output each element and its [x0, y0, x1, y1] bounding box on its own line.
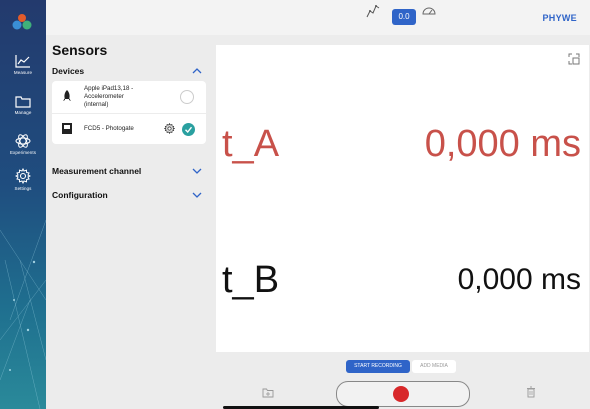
nav-manage[interactable]: Manage — [0, 94, 46, 128]
navigation-rail: Measure Manage Experiments Settings — [0, 0, 46, 409]
chevron-down-icon — [192, 192, 202, 198]
device-item-accelerometer[interactable]: Apple iPad13,18 - Accelerometer (interna… — [52, 81, 206, 113]
rocket-icon — [63, 90, 71, 101]
device-item-photogate[interactable]: FCD5 - Photogate — [52, 114, 206, 144]
devices-header-label: Devices — [52, 66, 85, 76]
measurement-display: t_A 0,000 ms t_B 0,000 ms — [216, 45, 589, 352]
channel-a-value: 0,000 ms — [424, 123, 581, 165]
device-name-line: Accelerometer — [84, 93, 124, 100]
nav-settings-label: Settings — [14, 186, 32, 191]
device-settings-icon[interactable] — [164, 123, 175, 134]
measurement-channel-header[interactable]: Measurement channel — [52, 166, 206, 182]
graph-mode-icon[interactable] — [366, 2, 380, 20]
panel-title: Sensors — [52, 42, 108, 58]
chart-icon — [15, 55, 30, 68]
device-select-radio[interactable] — [180, 90, 194, 104]
record-button[interactable] — [393, 386, 409, 402]
digital-mode-button[interactable]: 0.0 — [392, 9, 416, 25]
trash-icon[interactable] — [526, 386, 536, 398]
nav-measure[interactable]: Measure — [0, 54, 46, 88]
device-name-accelerometer: Apple iPad13,18 - Accelerometer (interna… — [84, 85, 133, 109]
chevron-up-icon — [192, 68, 202, 74]
nav-manage-label: Manage — [14, 110, 32, 115]
sensors-panel: Sensors Devices Apple iPad13,18 - Accele… — [46, 35, 208, 409]
gauge-mode-icon[interactable] — [421, 2, 437, 20]
expand-icon[interactable] — [568, 53, 580, 65]
channel-b-value: 0,000 ms — [457, 263, 581, 296]
channel-a-label: t_A — [222, 123, 280, 165]
start-recording-button[interactable]: START RECORDING — [346, 360, 410, 373]
brand-name: PHYWE — [542, 13, 577, 23]
gear-icon — [15, 168, 31, 184]
configuration-header-label: Configuration — [52, 190, 108, 200]
device-name-line: Apple iPad13,18 - — [84, 85, 134, 92]
folder-icon — [15, 96, 31, 108]
measurement-header-label: Measurement channel — [52, 166, 142, 176]
nav-measure-label: Measure — [13, 70, 33, 75]
record-control[interactable] — [336, 381, 470, 407]
nav-experiments[interactable]: Experiments — [0, 134, 46, 168]
phywe-logo — [12, 14, 32, 30]
device-selected-check[interactable] — [182, 123, 195, 136]
nav-experiments-label: Experiments — [9, 150, 37, 155]
top-bar: 0.0 PHYWE — [46, 0, 590, 35]
atom-icon — [15, 134, 31, 148]
device-name-photogate: FCD5 - Photogate — [84, 125, 134, 132]
channel-b-label: t_B — [222, 259, 280, 301]
chevron-down-icon — [192, 168, 202, 174]
device-name-line: (internal) — [84, 101, 109, 108]
checkmark-icon — [185, 126, 193, 134]
photogate-icon — [62, 123, 72, 134]
folder-icon[interactable] — [262, 387, 274, 398]
devices-section-header[interactable]: Devices — [52, 66, 206, 82]
configuration-header[interactable]: Configuration — [52, 190, 206, 206]
add-media-button[interactable]: ADD MEDIA — [412, 360, 456, 373]
nav-settings[interactable]: Settings — [0, 168, 46, 202]
